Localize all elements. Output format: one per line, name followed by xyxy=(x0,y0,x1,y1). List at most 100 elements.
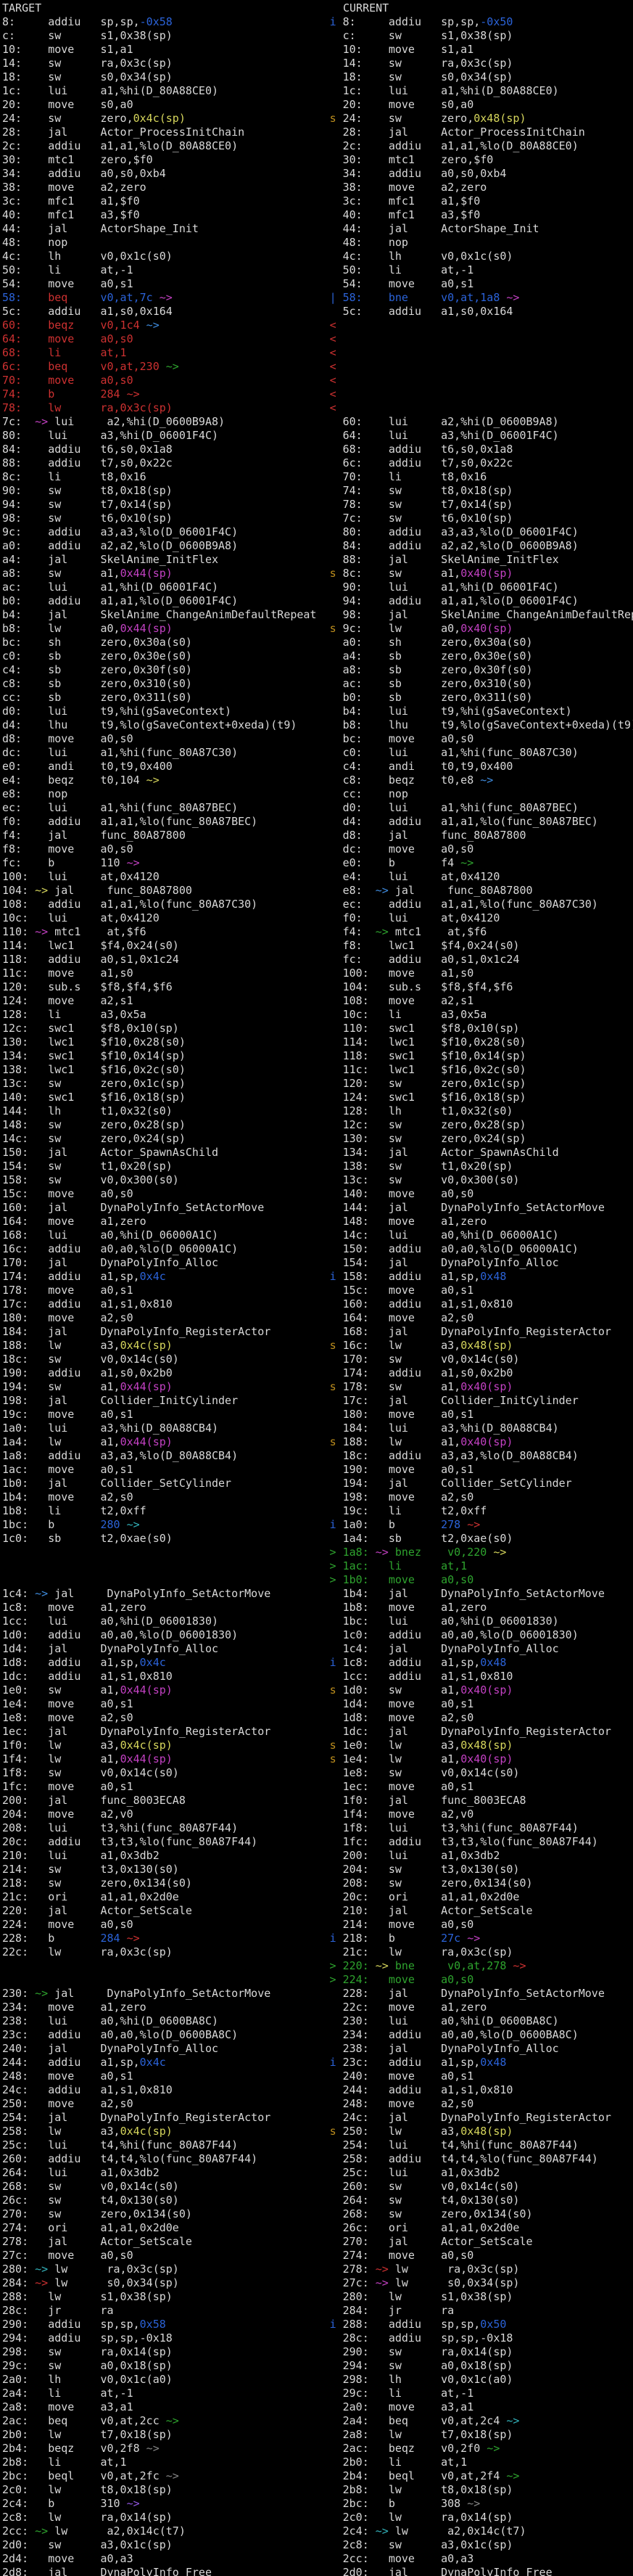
current-column-header: CURRENT xyxy=(343,1,389,15)
asm-row: 260: addiu t4,t4,%lo(func_80A87F44) 258:… xyxy=(0,2152,633,2166)
asm-row: a4: jal SkelAnime_InitFlex 88: jal SkelA… xyxy=(0,553,633,567)
asm-row: 84: addiu t6,s0,0x1a8 68: addiu t6,s0,0x… xyxy=(0,443,633,456)
asm-row: 48: nop 48: nop xyxy=(0,236,633,250)
asm-row: 2c4: b 310 ~> 2bc: b 308 ~> xyxy=(0,2497,633,2511)
asm-row: 40: mfc1 a3,$f0 40: mfc1 a3,$f0 xyxy=(0,208,633,222)
asm-row: 22c: lw ra,0x3c(sp) 21c: lw ra,0x3c(sp) xyxy=(0,1945,633,1959)
asm-row: 228: b 284 ~> i 218: b 27c ~> xyxy=(0,1932,633,1945)
asm-row: 110: ~> mtc1 at,$f6 f4: ~> mtc1 at,$f6 xyxy=(0,925,633,939)
asm-row: 284: ~> lw s0,0x34(sp) 27c: ~> lw s0,0x3… xyxy=(0,2276,633,2290)
asm-row: 1c8: move a1,zero 1b8: move a1,zero xyxy=(0,1601,633,1615)
asm-row: > 1b0: move a0,s0 xyxy=(0,1573,633,1587)
asm-row: f8: move a0,s0 dc: move a0,s0 xyxy=(0,842,633,856)
asm-row: 140: swc1 $f16,0x18(sp) 124: swc1 $f16,0… xyxy=(0,1091,633,1104)
asm-row: 24: sw zero,0x4c(sp) s 24: sw zero,0x48(… xyxy=(0,112,633,126)
asm-row: 20: move s0,a0 20: move s0,a0 xyxy=(0,98,633,112)
asm-row: 44: jal ActorShape_Init 44: jal ActorSha… xyxy=(0,222,633,236)
asm-row: 98: sw t6,0x10(sp) 7c: sw t6,0x10(sp) xyxy=(0,512,633,525)
asm-row: e8: nop cc: nop xyxy=(0,787,633,801)
asm-row: 294: addiu sp,sp,-0x18 28c: addiu sp,sp,… xyxy=(0,2331,633,2345)
asm-row: 2c: addiu a1,a1,%lo(D_80A88CE0) 2c: addi… xyxy=(0,139,633,153)
asm-row: 2d0: sw a3,0x1c(sp) 2c8: sw a3,0x1c(sp) xyxy=(0,2538,633,2552)
asm-row: 114: lwc1 $f4,0x24(s0) f8: lwc1 $f4,0x24… xyxy=(0,939,633,953)
asm-row: 64: move a0,s0 < xyxy=(0,332,633,346)
asm-row: 2bc: beql v0,at,2fc ~> 2b4: beql v0,at,2… xyxy=(0,2469,633,2483)
asm-row: 8: addiu sp,sp,-0x58 i 8: addiu sp,sp,-0… xyxy=(0,15,633,29)
asm-row: 2b0: lw t7,0x18(sp) 2a8: lw t7,0x18(sp) xyxy=(0,2428,633,2442)
asm-row: 188: lw a3,0x4c(sp) s 16c: lw a3,0x48(sp… xyxy=(0,1339,633,1353)
asm-row: 100: lui at,0x4120 e4: lui at,0x4120 xyxy=(0,870,633,884)
asm-row: 17c: addiu a1,s1,0x810 160: addiu a1,s1,… xyxy=(0,1297,633,1311)
asm-row: 108: addiu a1,a1,%lo(func_80A87C30) ec: … xyxy=(0,898,633,911)
asm-row: 190: addiu a1,s0,0x2b0 174: addiu a1,s0,… xyxy=(0,1366,633,1380)
asm-row: 208: lui t3,%hi(func_80A87F44) 1f8: lui … xyxy=(0,1821,633,1835)
asm-row: 250: move a2,s0 248: move a2,s0 xyxy=(0,2097,633,2111)
asm-row: 14c: sw zero,0x24(sp) 130: sw zero,0x24(… xyxy=(0,1132,633,1146)
asm-row: a8: sw a1,0x44(sp) s 8c: sw a1,0x40(sp) xyxy=(0,567,633,581)
asm-row: 1e8: move a2,s0 1d8: move a2,s0 xyxy=(0,1711,633,1725)
asm-row: 270: sw zero,0x134(s0) 268: sw zero,0x13… xyxy=(0,2207,633,2221)
asm-row: 238: lui a0,%hi(D_0600BA8C) 230: lui a0,… xyxy=(0,2014,633,2028)
asm-row: c: sw s1,0x38(sp) c: sw s1,0x38(sp) xyxy=(0,29,633,43)
asm-row: 1bc: b 280 ~> i 1a0: b 278 ~> xyxy=(0,1518,633,1532)
asm-row: 164: move a1,zero 148: move a1,zero xyxy=(0,1215,633,1228)
asm-row: 50: li at,-1 50: li at,-1 xyxy=(0,263,633,277)
asm-row: 2cc: ~> lw a2,0x14c(t7) 2c4: ~> lw a2,0x… xyxy=(0,2524,633,2538)
asm-row: 204: move a2,v0 1f4: move a2,v0 xyxy=(0,1808,633,1821)
asm-row: 138: lwc1 $f16,0x2c(s0) 11c: lwc1 $f16,0… xyxy=(0,1063,633,1077)
asm-row: 168: lui a0,%hi(D_06000A1C) 14c: lui a0,… xyxy=(0,1228,633,1242)
asm-row: 28: jal Actor_ProcessInitChain 28: jal A… xyxy=(0,126,633,139)
asm-row: 1e0: sw a1,0x44(sp) s 1d0: sw a1,0x40(sp… xyxy=(0,1683,633,1697)
asm-row: 19c: move a0,s1 180: move a0,s1 xyxy=(0,1408,633,1422)
asm-row: 134: swc1 $f10,0x14(sp) 118: swc1 $f10,0… xyxy=(0,1049,633,1063)
diff-output: 8: addiu sp,sp,-0x58 i 8: addiu sp,sp,-0… xyxy=(0,15,633,2576)
asm-row: 2ac: beq v0,at,2cc ~> 2a4: beq v0,at,2c4… xyxy=(0,2414,633,2428)
asm-row: 20c: addiu t3,t3,%lo(func_80A87F44) 1fc:… xyxy=(0,1835,633,1849)
asm-row: 264: lui a1,0x3db2 25c: lui a1,0x3db2 xyxy=(0,2166,633,2180)
asm-row: ec: lui a1,%hi(func_80A87BEC) d0: lui a1… xyxy=(0,801,633,815)
asm-row: 2c8: lw ra,0x14(sp) 2c0: lw ra,0x14(sp) xyxy=(0,2511,633,2524)
asm-row: 184: jal DynaPolyInfo_RegisterActor 168:… xyxy=(0,1325,633,1339)
asm-row: 104: ~> jal func_80A87800 e8: ~> jal fun… xyxy=(0,884,633,898)
asm-row: 74: b 284 ~> < xyxy=(0,387,633,401)
asm-row: 160: jal DynaPolyInfo_SetActorMove 144: … xyxy=(0,1201,633,1215)
asm-row: 274: ori a1,a1,0x2d0e 26c: ori a1,a1,0x2… xyxy=(0,2221,633,2235)
asm-row: 150: jal Actor_SpawnAsChild 134: jal Act… xyxy=(0,1146,633,1160)
asm-row: c0: sb zero,0x30e(s0) a4: sb zero,0x30e(… xyxy=(0,649,633,663)
asm-row: 80: lui a3,%hi(D_06001F4C) 64: lui a3,%h… xyxy=(0,429,633,443)
asm-row: 288: lw s1,0x38(sp) 280: lw s1,0x38(sp) xyxy=(0,2290,633,2304)
asm-row: 21c: ori a1,a1,0x2d0e 20c: ori a1,a1,0x2… xyxy=(0,1890,633,1904)
asm-row: 27c: move a0,s0 274: move a0,s0 xyxy=(0,2249,633,2263)
asm-row: 8c: li t8,0x16 70: li t8,0x16 xyxy=(0,470,633,484)
asm-row: 58: beq v0,at,7c ~> | 58: bne v0,at,1a8 … xyxy=(0,291,633,305)
asm-row: 144: lh t1,0x32(s0) 128: lh t1,0x32(s0) xyxy=(0,1104,633,1118)
asm-row: d0: lui t9,%hi(gSaveContext) b4: lui t9,… xyxy=(0,705,633,718)
asm-row: 240: jal DynaPolyInfo_Alloc 238: jal Dyn… xyxy=(0,2042,633,2056)
asm-row: 248: move a0,s1 240: move a0,s1 xyxy=(0,2070,633,2083)
asm-row: 68: li at,1 < xyxy=(0,346,633,360)
asm-row: 1dc: addiu a1,s1,0x810 1cc: addiu a1,s1,… xyxy=(0,1670,633,1683)
asm-row: 268: sw v0,0x14c(s0) 260: sw v0,0x14c(s0… xyxy=(0,2180,633,2194)
asm-row: 90: sw t8,0x18(sp) 74: sw t8,0x18(sp) xyxy=(0,484,633,498)
asm-row: fc: b 110 ~> e0: b f4 ~> xyxy=(0,856,633,870)
asm-row: 29c: sw a0,0x18(sp) 294: sw a0,0x18(sp) xyxy=(0,2359,633,2373)
asm-row: 180: move a2,s0 164: move a2,s0 xyxy=(0,1311,633,1325)
asm-row: 298: sw ra,0x14(sp) 290: sw ra,0x14(sp) xyxy=(0,2345,633,2359)
asm-row: 2b8: li at,1 2b0: li at,1 xyxy=(0,2456,633,2469)
asm-row: 224: move a0,s0 214: move a0,s0 xyxy=(0,1918,633,1932)
asm-diff-terminal: TARGETCURRENT 8: addiu sp,sp,-0x58 i 8: … xyxy=(0,0,633,2576)
asm-row: 60: beqz v0,1c4 ~> < xyxy=(0,319,633,332)
asm-row: 258: lw a3,0x4c(sp) s 250: lw a3,0x48(sp… xyxy=(0,2125,633,2138)
asm-row: 11c: move a1,s0 100: move a1,s0 xyxy=(0,967,633,980)
asm-row: d4: lhu t9,%lo(gSaveContext+0xeda)(t9) b… xyxy=(0,718,633,732)
asm-row: 3c: mfc1 a1,$f0 3c: mfc1 a1,$f0 xyxy=(0,194,633,208)
asm-row: 14: sw ra,0x3c(sp) 14: sw ra,0x3c(sp) xyxy=(0,57,633,70)
asm-row: 6c: beq v0,at,230 ~> < xyxy=(0,360,633,374)
asm-row: 214: sw t3,0x130(s0) 204: sw t3,0x130(s0… xyxy=(0,1863,633,1876)
asm-row: d8: move a0,s0 bc: move a0,s0 xyxy=(0,732,633,746)
asm-row: 124: move a2,s1 108: move a2,s1 xyxy=(0,994,633,1008)
asm-row: 1b8: li t2,0xff 19c: li t2,0xff xyxy=(0,1504,633,1518)
asm-row: 5c: addiu a1,s0,0x164 5c: addiu a1,s0,0x… xyxy=(0,305,633,319)
asm-row: 25c: lui t4,%hi(func_80A87F44) 254: lui … xyxy=(0,2138,633,2152)
asm-row: 1c4: ~> jal DynaPolyInfo_SetActorMove 1b… xyxy=(0,1587,633,1601)
